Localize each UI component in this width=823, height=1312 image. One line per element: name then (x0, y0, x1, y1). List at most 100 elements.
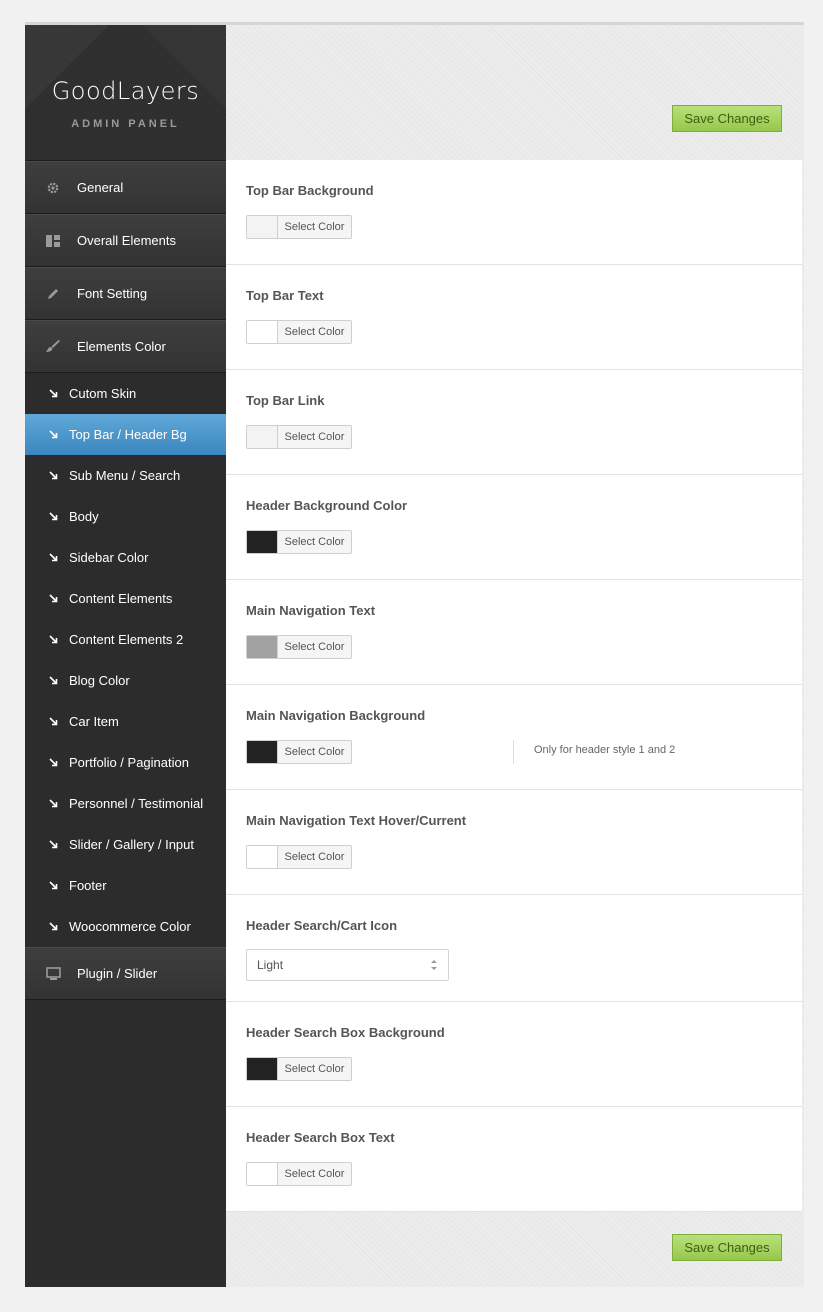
color-picker[interactable]: Select Color (246, 845, 352, 869)
setting-row: Top Bar Text Select Color (226, 265, 802, 370)
color-swatch (247, 321, 278, 343)
picker-label: Select Color (284, 326, 345, 338)
sidebar-item-label: Font Setting (77, 286, 148, 301)
color-picker[interactable]: Select Color (246, 425, 352, 449)
submenu-item[interactable]: Sidebar Color (25, 537, 226, 578)
color-picker[interactable]: Select Color (246, 530, 352, 554)
sidebar-item-label: Elements Color (77, 339, 166, 354)
sidebar-item-label: Plugin / Slider (77, 966, 158, 981)
submenu-item[interactable]: Sub Menu / Search (25, 455, 226, 496)
picker-label: Select Color (284, 221, 345, 233)
arrow-down-right-icon (49, 799, 61, 808)
setting-note: Only for header style 1 and 2 (513, 740, 675, 764)
setting-label: Top Bar Text (246, 288, 324, 303)
sidebar-item-overall-elements[interactable]: Overall Elements (25, 214, 226, 267)
picker-label: Select Color (284, 851, 345, 863)
setting-label: Header Search Box Text (246, 1130, 395, 1145)
sidebar-item-general[interactable]: General (25, 161, 226, 214)
picker-label: Select Color (284, 641, 345, 653)
monitor-icon (43, 967, 63, 980)
submenu-item-label: Woocommerce Color (69, 919, 191, 934)
color-picker[interactable]: Select Color (246, 635, 352, 659)
color-picker[interactable]: Select Color (246, 1162, 352, 1186)
brand-subtitle: ADMIN PANEL (71, 118, 180, 130)
color-swatch (247, 741, 278, 763)
gear-icon (43, 181, 63, 195)
picker-label: Select Color (284, 431, 345, 443)
setting-row: Main Navigation Text Hover/Current Selec… (226, 790, 802, 895)
submenu-item-label: Body (69, 509, 99, 524)
setting-label: Main Navigation Text (246, 603, 376, 618)
icon-style-select[interactable]: Light (246, 949, 449, 981)
submenu-item[interactable]: Body (25, 496, 226, 537)
layout-icon (43, 234, 63, 247)
submenu-item-label: Personnel / Testimonial (69, 796, 204, 811)
submenu-item-label: Car Item (69, 714, 119, 729)
brush-icon (43, 339, 63, 354)
color-swatch (247, 216, 278, 238)
setting-label: Top Bar Link (246, 393, 325, 408)
setting-label: Main Navigation Text Hover/Current (246, 813, 467, 828)
submenu-item-label: Content Elements 2 (69, 632, 184, 647)
setting-row: Header Search/Cart Icon Light (226, 895, 802, 1002)
brand-title: GoodLayers (51, 77, 200, 105)
save-button-top[interactable]: Save Changes (672, 105, 782, 132)
sidebar: GoodLayers ADMIN PANEL General Overall E… (25, 25, 226, 1287)
setting-label: Header Search Box Background (246, 1025, 445, 1040)
admin-panel: GoodLayers ADMIN PANEL General Overall E… (25, 22, 804, 1287)
color-swatch (247, 426, 278, 448)
arrow-down-right-icon (49, 594, 61, 603)
color-swatch (247, 1058, 278, 1080)
arrow-down-right-icon (49, 676, 61, 685)
arrow-down-right-icon (49, 758, 61, 767)
sidebar-item-plugin-slider[interactable]: Plugin / Slider (25, 947, 226, 1000)
arrow-down-right-icon (49, 512, 61, 521)
select-arrows-icon (430, 958, 438, 972)
arrow-down-right-icon (49, 881, 61, 890)
submenu-item-label: Blog Color (69, 673, 130, 688)
color-picker[interactable]: Select Color (246, 1057, 352, 1081)
setting-label: Header Background Color (246, 498, 408, 513)
color-picker[interactable]: Select Color (246, 215, 352, 239)
submenu-item[interactable]: Slider / Gallery / Input (25, 824, 226, 865)
brand-header: GoodLayers ADMIN PANEL (25, 25, 226, 161)
submenu-item-label: Slider / Gallery / Input (69, 837, 194, 852)
submenu-item[interactable]: Personnel / Testimonial (25, 783, 226, 824)
submenu-item[interactable]: Portfolio / Pagination (25, 742, 226, 783)
save-button-bottom[interactable]: Save Changes (672, 1234, 782, 1261)
arrow-down-right-icon (49, 717, 61, 726)
submenu-item[interactable]: Content Elements 2 (25, 619, 226, 660)
setting-label: Main Navigation Background (246, 708, 426, 723)
color-picker[interactable]: Select Color (246, 740, 352, 764)
picker-label: Select Color (284, 536, 345, 548)
setting-label: Header Search/Cart Icon (246, 918, 398, 933)
color-swatch (247, 636, 278, 658)
color-swatch (247, 531, 278, 553)
arrow-down-right-icon (49, 553, 61, 562)
sidebar-item-font-setting[interactable]: Font Setting (25, 267, 226, 320)
submenu-item[interactable]: Woocommerce Color (25, 906, 226, 947)
arrow-down-right-icon (49, 635, 61, 644)
setting-row: Header Search Box Background Select Colo… (226, 1002, 802, 1107)
color-picker[interactable]: Select Color (246, 320, 352, 344)
arrow-down-right-icon (49, 430, 61, 439)
color-swatch (247, 1163, 278, 1185)
submenu-item-label: Cutom Skin (69, 386, 137, 401)
setting-row: Header Search Box Text Select Color (226, 1107, 802, 1212)
picker-label: Select Color (284, 746, 345, 758)
setting-label: Top Bar Background (246, 183, 374, 198)
arrow-down-right-icon (49, 389, 61, 398)
setting-row: Top Bar Link Select Color (226, 370, 802, 475)
picker-label: Select Color (284, 1168, 345, 1180)
submenu-item[interactable]: Car Item (25, 701, 226, 742)
sidebar-item-elements-color[interactable]: Elements Color (25, 320, 226, 373)
settings-content: Top Bar Background Select Color Top Bar … (226, 160, 802, 1212)
submenu-item-active[interactable]: Top Bar / Header Bg (25, 414, 226, 455)
setting-row: Top Bar Background Select Color (226, 160, 802, 265)
submenu-item[interactable]: Footer (25, 865, 226, 906)
select-value: Light (257, 958, 284, 972)
submenu-item[interactable]: Blog Color (25, 660, 226, 701)
sidebar-item-label: General (77, 180, 124, 195)
submenu-item[interactable]: Cutom Skin (25, 373, 226, 414)
submenu-item[interactable]: Content Elements (25, 578, 226, 619)
